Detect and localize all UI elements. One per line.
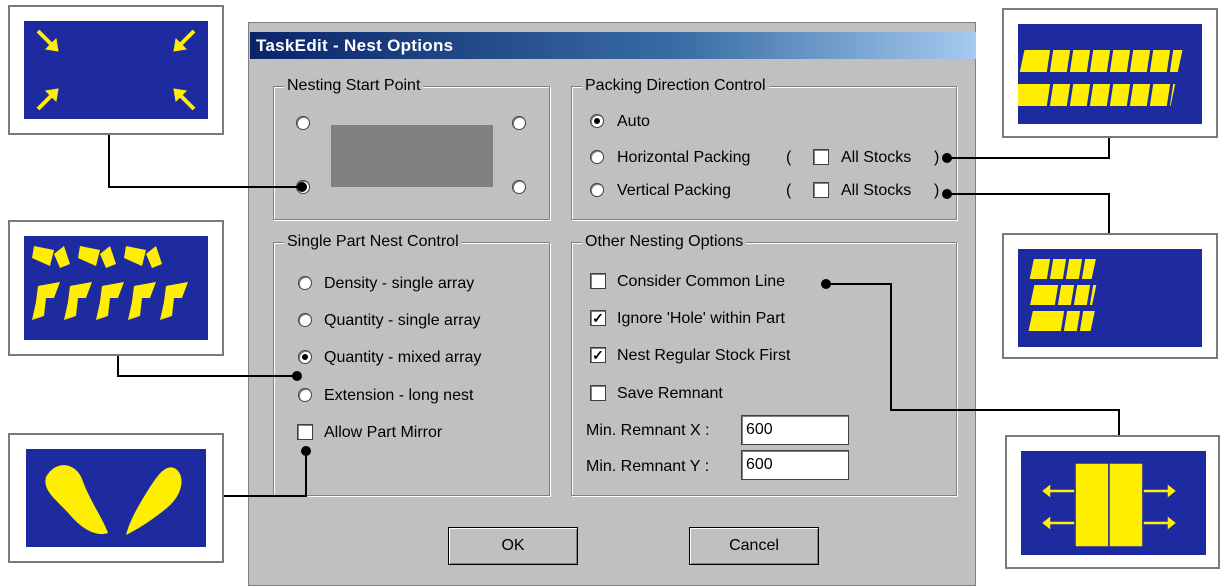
regular-stock-first-checkbox[interactable]: ✓ [590, 347, 606, 363]
regular-stock-first-label: Nest Regular Stock First [617, 347, 791, 364]
quantity-mixed-array-radio[interactable] [298, 350, 312, 364]
ok-button[interactable]: OK [448, 527, 578, 565]
density-single-array-label: Density - single array [324, 275, 475, 292]
vertical-packing-label: Vertical Packing [617, 182, 731, 199]
vertical-close-paren: ) [934, 182, 940, 199]
common-line-parts-icon [1039, 462, 1179, 548]
dialog-title: TaskEdit - Nest Options [250, 32, 976, 59]
ignore-hole-checkbox[interactable]: ✓ [590, 310, 606, 326]
start-corners-illustration [8, 5, 224, 135]
vertical-open-paren: ( [786, 182, 792, 199]
callout-horizontal-dot [942, 153, 952, 163]
horizontal-packing-illustration [1002, 8, 1218, 138]
mixed-parts-icon [32, 246, 188, 320]
horizontal-all-stocks-label: All Stocks [841, 149, 912, 166]
callout-start-point-h [108, 186, 302, 188]
callout-common-line-h1 [826, 283, 892, 285]
packing-auto-radio[interactable] [590, 114, 604, 128]
callout-mirror [305, 452, 307, 497]
horizontal-open-paren: ( [786, 149, 792, 166]
vertical-packing-illustration [1002, 233, 1218, 359]
save-remnant-label: Save Remnant [617, 385, 723, 402]
callout-vertical-h [946, 193, 1110, 195]
extension-long-nest-radio[interactable] [298, 388, 312, 402]
start-bottom-right-radio[interactable] [512, 180, 526, 194]
allow-part-mirror-checkbox[interactable] [297, 424, 313, 440]
start-top-right-radio[interactable] [512, 116, 526, 130]
callout-common-line-dot [821, 279, 831, 289]
min-remnant-x-label: Min. Remnant X : [586, 422, 710, 439]
common-line-checkbox[interactable] [590, 273, 606, 289]
start-top-left-radio[interactable] [296, 116, 310, 130]
quantity-single-array-label: Quantity - single array [324, 312, 481, 329]
cancel-button[interactable]: Cancel [689, 527, 819, 565]
horizontal-close-paren: ) [934, 149, 940, 166]
extension-long-nest-label: Extension - long nest [324, 387, 474, 404]
other-options-legend: Other Nesting Options [582, 233, 747, 251]
callout-mirror-dot [301, 446, 311, 456]
min-remnant-y-label: Min. Remnant Y : [586, 458, 710, 475]
callout-mirror-h [224, 495, 306, 497]
callout-horizontal-h [946, 157, 1110, 159]
min-remnant-x-input[interactable]: 600 [741, 415, 849, 445]
callout-common-line-v1 [890, 283, 892, 411]
packing-direction-legend: Packing Direction Control [582, 77, 769, 95]
horizontal-packing-label: Horizontal Packing [617, 149, 751, 166]
mirror-illustration [8, 433, 224, 563]
horizontal-all-stocks-checkbox[interactable] [813, 149, 829, 165]
stock-preview [331, 125, 493, 187]
callout-common-line-v2 [1118, 409, 1120, 435]
mixed-array-illustration [8, 220, 224, 356]
vertical-pack-icon [1028, 256, 1100, 334]
packing-auto-label: Auto [617, 113, 650, 130]
common-line-label: Consider Common Line [617, 273, 786, 290]
callout-start-point-dot [297, 182, 307, 192]
single-part-legend: Single Part Nest Control [284, 233, 462, 251]
quantity-single-array-radio[interactable] [298, 313, 312, 327]
callout-mixed-array-h [117, 375, 297, 377]
quantity-mixed-array-label: Quantity - mixed array [324, 349, 482, 366]
callout-vertical [1108, 193, 1110, 233]
horizontal-packing-radio[interactable] [590, 150, 604, 164]
vertical-all-stocks-label: All Stocks [841, 182, 912, 199]
mirrored-parts-icon [45, 465, 182, 535]
vertical-packing-radio[interactable] [590, 183, 604, 197]
callout-horizontal [1108, 138, 1110, 159]
common-line-illustration [1005, 435, 1220, 569]
density-single-array-radio[interactable] [298, 276, 312, 290]
callout-start-point [108, 135, 110, 187]
min-remnant-y-input[interactable]: 600 [741, 450, 849, 480]
horizontal-pack-icon [1018, 47, 1183, 109]
arrows-icon [36, 29, 196, 111]
callout-mixed-array [117, 356, 119, 376]
ignore-hole-label: Ignore 'Hole' within Part [617, 310, 785, 327]
save-remnant-checkbox[interactable] [590, 385, 606, 401]
callout-vertical-dot [942, 189, 952, 199]
vertical-all-stocks-checkbox[interactable] [813, 182, 829, 198]
callout-common-line-h2 [890, 409, 1120, 411]
callout-mixed-array-dot [292, 371, 302, 381]
allow-part-mirror-label: Allow Part Mirror [324, 424, 443, 441]
nesting-start-point-legend: Nesting Start Point [284, 77, 424, 95]
